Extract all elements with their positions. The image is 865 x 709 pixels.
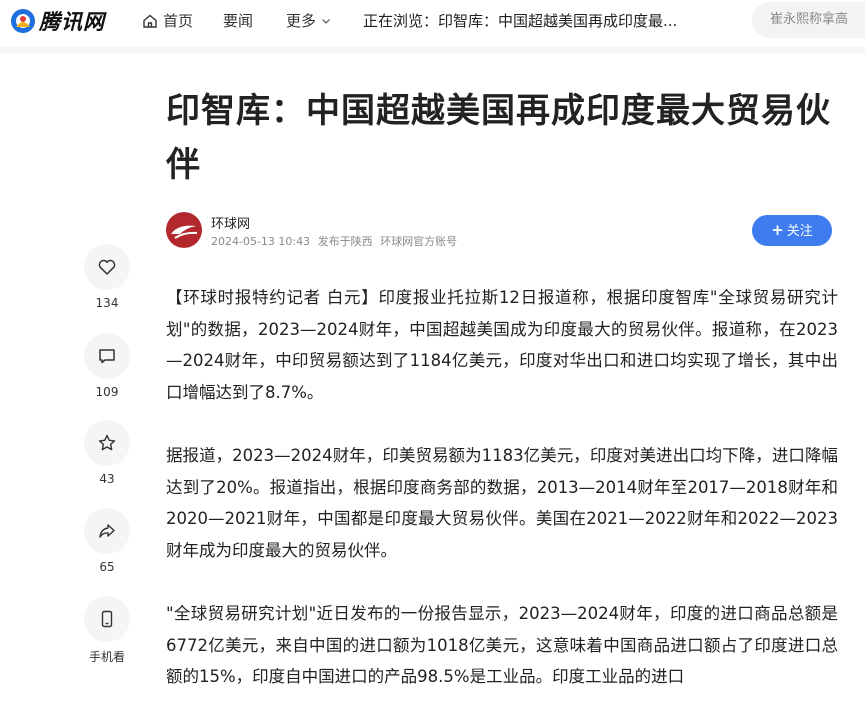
article-paragraph: 据报道，2023—2024财年，印美贸易额为1183亿美元，印度对美进出口均下降… <box>166 446 838 560</box>
favorite-count: 43 <box>99 472 115 486</box>
nav-more-label: 更多 <box>286 12 317 30</box>
nav-current-browsing: 正在浏览：印智库：中国超越美国再成印度最... <box>363 12 678 30</box>
comment-icon <box>99 349 115 364</box>
search-box[interactable]: 崔永熙称拿高 <box>752 2 865 38</box>
like-count: 134 <box>95 296 119 310</box>
favorite-button[interactable] <box>84 420 130 466</box>
mobile-view-label: 手机看 <box>88 650 125 664</box>
home-icon <box>143 14 157 28</box>
mobile-view-action[interactable]: 手机看 <box>84 596 130 665</box>
nav-home-label: 首页 <box>163 12 194 30</box>
share-count: 65 <box>99 560 115 574</box>
mobile-view-button[interactable] <box>84 596 130 642</box>
nav-home[interactable]: 首页 <box>142 10 193 31</box>
tencent-logo-icon <box>10 8 36 34</box>
publish-date: 2024-05-13 10:43 <box>211 235 311 248</box>
mobile-phone-icon <box>101 610 113 628</box>
chevron-down-icon <box>322 18 330 24</box>
header-divider <box>0 47 865 53</box>
plus-icon: + <box>771 221 784 239</box>
article-paragraph: 【环球时报特约记者 白元】印度报业托拉斯12日报道称，根据印度智库"全球贸易研究… <box>166 288 838 402</box>
author-avatar[interactable] <box>166 212 202 248</box>
article-body: 【环球时报特约记者 白元】印度报业托拉斯12日报道称，根据印度智库"全球贸易研究… <box>166 282 838 709</box>
top-navigation-bar: 腾讯网 首页 要闻 更多 正在浏览：印智库：中国超越美国再成印度最... 崔永熙… <box>0 0 865 44</box>
favorite-action[interactable]: 43 <box>84 420 130 486</box>
share-button[interactable] <box>84 508 130 554</box>
huanqiu-logo-icon <box>171 225 198 239</box>
star-icon <box>98 434 116 451</box>
like-button[interactable] <box>84 244 130 290</box>
article-title: 印智库：中国超越美国再成印度最大贸易伙伴 <box>166 91 831 185</box>
share-arrow-icon <box>99 524 115 538</box>
publish-location: 发布于陕西 <box>317 235 373 248</box>
heart-icon <box>98 259 116 275</box>
follow-button[interactable]: + 关注 <box>752 215 832 246</box>
article-paragraph: "全球贸易研究计划"近日发布的一份报告显示，2023—2024财年，印度的进口商… <box>166 604 838 686</box>
comment-button[interactable] <box>84 333 130 379</box>
logo-text: 腾讯网 <box>39 10 105 34</box>
share-action[interactable]: 65 <box>84 508 130 574</box>
like-action[interactable]: 134 <box>84 244 130 310</box>
author-account: 环球网官方账号 <box>380 235 458 248</box>
comment-count: 109 <box>95 385 119 399</box>
author-meta: 2024-05-13 10:43 发布于陕西 环球网官方账号 <box>211 233 461 249</box>
search-input[interactable]: 崔永熙称拿高 <box>752 2 865 38</box>
nav-more[interactable]: 更多 <box>286 10 331 31</box>
nav-news[interactable]: 要闻 <box>223 10 253 31</box>
comment-action[interactable]: 109 <box>84 333 130 399</box>
site-logo[interactable]: 腾讯网 <box>10 6 105 36</box>
author-name[interactable]: 环球网 <box>211 213 250 232</box>
follow-label: 关注 <box>786 224 813 239</box>
